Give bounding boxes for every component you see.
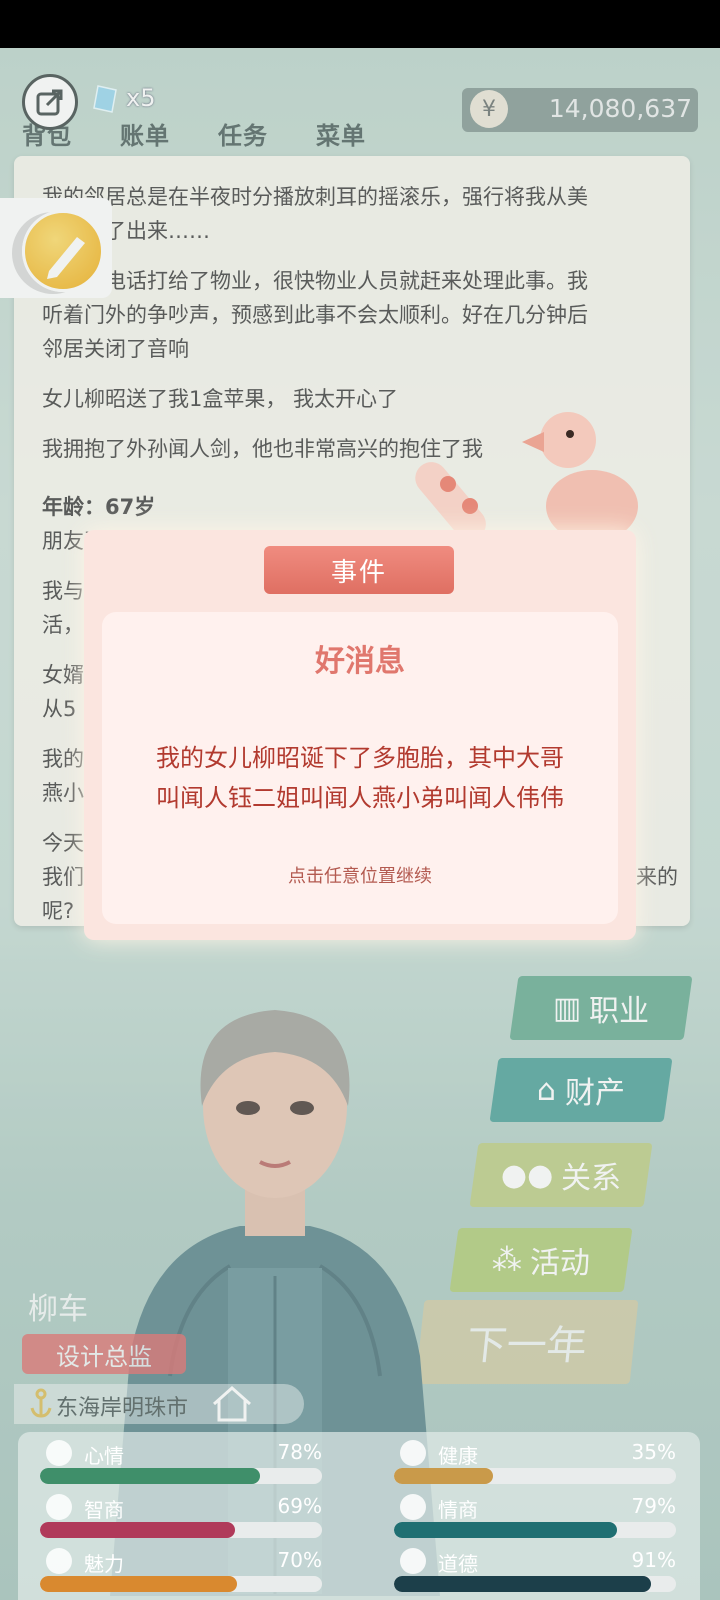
stat-label: 道德	[438, 1552, 478, 1576]
event-message: 我的女儿柳昭诞下了多胞胎，其中大哥 叫闻人钰二姐叫闻人燕小弟叫闻人伟伟	[130, 738, 590, 818]
stat-value: 35%	[631, 1440, 676, 1464]
stat-value: 70%	[277, 1548, 322, 1572]
bulb-icon	[46, 1494, 72, 1520]
stat-label: 健康	[438, 1444, 478, 1468]
stat-bar-fill	[394, 1522, 617, 1538]
stat-value: 79%	[631, 1494, 676, 1518]
stat-bar	[40, 1468, 322, 1484]
continue-hint: 点击任意位置继续	[288, 866, 432, 887]
smile-icon	[46, 1440, 72, 1466]
stat-bar	[40, 1576, 322, 1592]
stat-label: 智商	[84, 1498, 124, 1522]
stat-3: 情商 79%	[394, 1494, 680, 1540]
stat-bar	[394, 1522, 676, 1538]
event-title: 好消息	[315, 644, 405, 679]
stat-bar-fill	[40, 1468, 260, 1484]
apple-icon	[400, 1494, 426, 1520]
stat-label: 情商	[438, 1498, 478, 1522]
stat-value: 78%	[277, 1440, 322, 1464]
stat-label: 魅力	[84, 1552, 124, 1576]
stat-bar-fill	[40, 1576, 238, 1592]
sparkle-icon	[46, 1548, 72, 1574]
heart-icon	[400, 1440, 426, 1466]
stat-value: 91%	[631, 1548, 676, 1572]
stat-bar-fill	[394, 1576, 651, 1592]
stat-2: 智商 69%	[40, 1494, 326, 1540]
duck-decoration	[522, 412, 638, 542]
stat-bar	[394, 1468, 676, 1484]
stat-1: 健康 35%	[394, 1440, 680, 1486]
stat-bar	[40, 1522, 322, 1538]
stat-value: 69%	[277, 1494, 322, 1518]
stat-5: 道德 91%	[394, 1548, 680, 1594]
stat-4: 魅力 70%	[40, 1548, 326, 1594]
stat-label: 心情	[84, 1444, 124, 1468]
event-header: 事件	[264, 546, 454, 594]
stat-bar-fill	[394, 1468, 493, 1484]
status-bar	[0, 0, 720, 48]
stat-bar	[394, 1576, 676, 1592]
stat-bar-fill	[40, 1522, 235, 1538]
event-message-line: 叫闻人钰二姐叫闻人燕小弟叫闻人伟伟	[156, 784, 564, 812]
balance-icon	[400, 1548, 426, 1574]
stat-0: 心情 78%	[40, 1440, 326, 1486]
event-message-line: 我的女儿柳昭诞下了多胞胎，其中大哥	[156, 744, 564, 772]
